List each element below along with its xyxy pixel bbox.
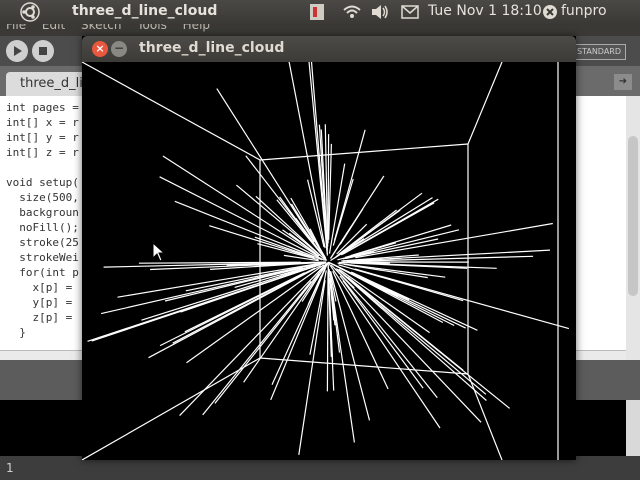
- cloud-line: [91, 262, 327, 342]
- cloud-line: [354, 268, 570, 330]
- cloud-line: [216, 88, 315, 243]
- user-name[interactable]: funpro: [561, 3, 607, 19]
- code-line: x[p] =: [6, 281, 73, 294]
- code-line: }: [6, 326, 26, 339]
- stop-button[interactable]: [32, 40, 54, 62]
- cloud-line: [328, 143, 332, 240]
- box-edge: [259, 357, 469, 375]
- tab-menu-arrow-icon[interactable]: ➜: [614, 74, 632, 90]
- cloud-line: [214, 266, 325, 404]
- cloud-line: [335, 268, 487, 395]
- cloud-line: [330, 271, 371, 421]
- top-panel: three_d_line_cloud Tue Nov 1 18:10 funpr…: [0, 0, 640, 24]
- menu-edit[interactable]: Edit: [42, 24, 65, 32]
- close-icon: ×: [95, 42, 105, 55]
- code-line: void setup(: [6, 176, 79, 189]
- minimize-button[interactable]: −: [111, 41, 127, 57]
- cloud-line: [334, 268, 482, 423]
- cloud-line: [347, 276, 464, 371]
- indicator-app-icon[interactable]: [306, 3, 328, 21]
- cloud-line: [234, 264, 316, 288]
- cloud-line: [243, 273, 320, 383]
- code-line: z[p] =: [6, 311, 73, 324]
- volume-icon[interactable]: [370, 3, 390, 21]
- app-title: three_d_line_cloud: [72, 3, 218, 19]
- mode-button[interactable]: STANDARD: [572, 44, 626, 60]
- menu-help[interactable]: Help: [183, 24, 210, 32]
- cloud-line: [333, 129, 366, 241]
- ubuntu-logo-icon[interactable]: [20, 2, 40, 22]
- console-scrollbar[interactable]: [626, 400, 640, 456]
- cloud-line: [342, 274, 487, 401]
- code-line: backgroun: [6, 206, 79, 219]
- menu-tools[interactable]: Tools: [137, 24, 167, 32]
- box-edge: [82, 357, 261, 460]
- code-line: int pages =: [6, 101, 79, 114]
- wifi-icon[interactable]: [342, 3, 362, 21]
- cloud-line: [298, 280, 326, 455]
- menu-sketch[interactable]: Sketch: [81, 24, 121, 32]
- run-button[interactable]: [6, 40, 28, 62]
- code-line: int[] y = r: [6, 131, 79, 144]
- mouse-cursor-icon: [152, 242, 166, 262]
- stop-icon: [39, 47, 47, 55]
- play-icon: [14, 46, 22, 56]
- tab-sketch[interactable]: three_d_li: [6, 72, 86, 96]
- code-line: int[] x = r: [6, 116, 79, 129]
- cloud-line: [338, 268, 430, 334]
- menu-file[interactable]: File: [6, 24, 26, 32]
- scrollbar-thumb[interactable]: [628, 136, 638, 296]
- code-line: noFill();: [6, 221, 79, 234]
- mail-icon[interactable]: [400, 3, 420, 21]
- minimize-icon: −: [113, 41, 125, 55]
- cloud-line: [355, 222, 553, 259]
- code-line: size(500,: [6, 191, 79, 204]
- ide-menubar: File Edit Sketch Tools Help: [0, 24, 640, 36]
- box-edge: [259, 143, 469, 161]
- code-line: strokeWei: [6, 251, 79, 264]
- line-number: 1: [6, 461, 14, 475]
- code-line: stroke(25: [6, 236, 79, 249]
- session-icon[interactable]: [542, 4, 558, 20]
- cloud-line: [326, 271, 329, 392]
- cloud-line: [202, 280, 312, 416]
- box-edge: [467, 373, 503, 460]
- sketch-window-title: three_d_line_cloud: [139, 40, 285, 56]
- box-edge: [467, 62, 503, 145]
- editor-vertical-scrollbar[interactable]: [626, 96, 640, 360]
- code-line: int[] z = r: [6, 146, 79, 159]
- sketch-titlebar[interactable]: × − three_d_line_cloud: [82, 36, 576, 62]
- close-button[interactable]: ×: [92, 41, 108, 57]
- clock[interactable]: Tue Nov 1 18:10: [428, 3, 542, 19]
- code-line: for(int p: [6, 266, 79, 279]
- box-edge: [82, 62, 261, 161]
- code-line: y[p] =: [6, 296, 73, 309]
